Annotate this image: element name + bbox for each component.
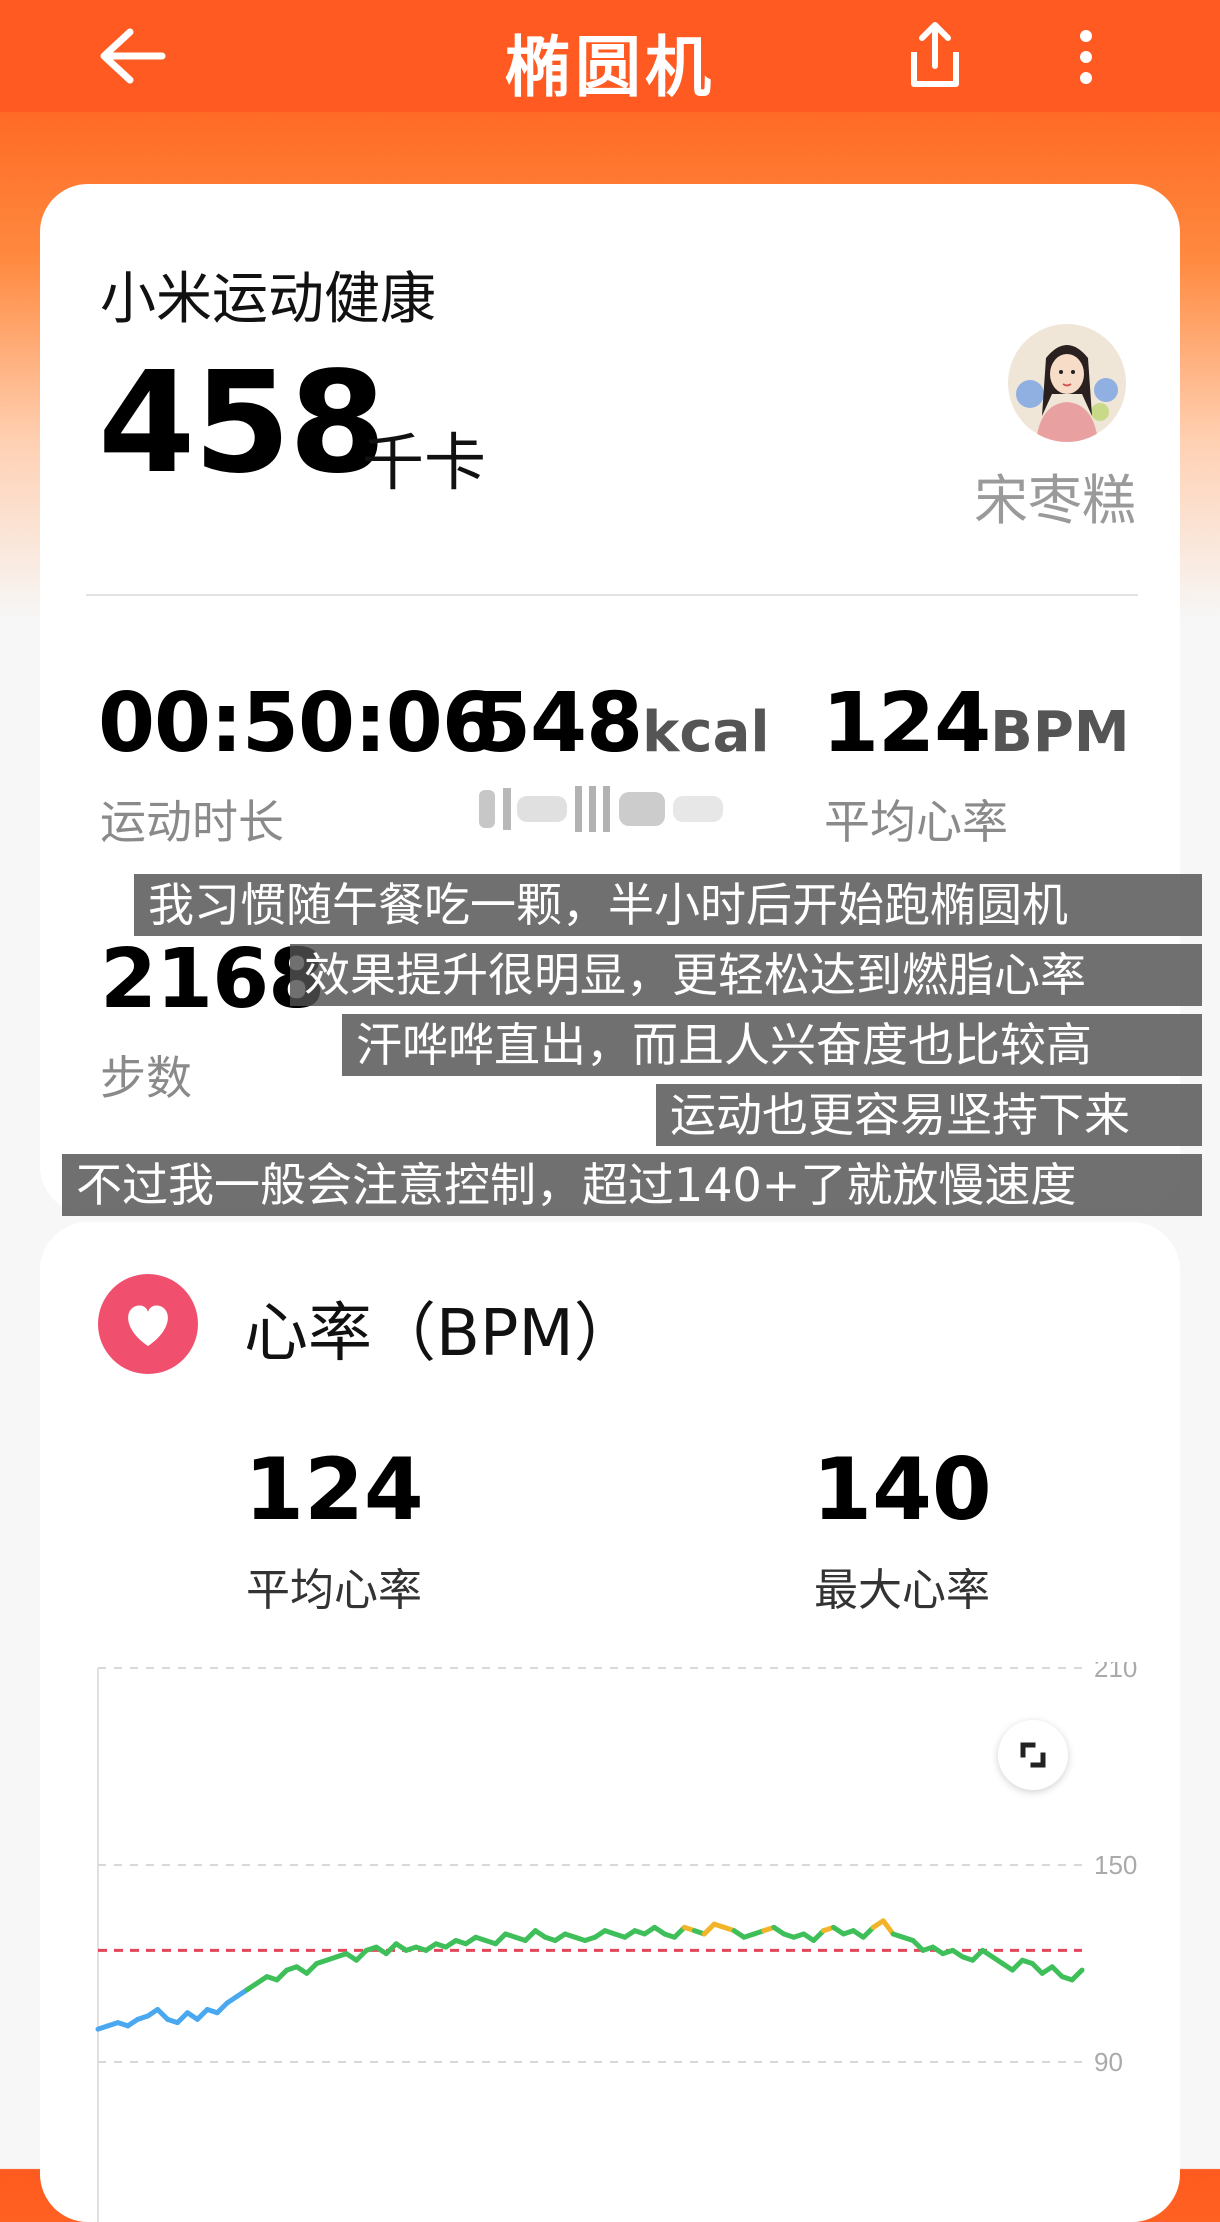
expand-chart-button[interactable] xyxy=(998,1720,1068,1790)
caption-line-2: 效果提升很明显，更轻松达到燃脂心率 xyxy=(290,944,1202,1006)
more-vertical-icon[interactable] xyxy=(1066,22,1106,92)
share-icon[interactable] xyxy=(900,18,970,94)
y-tick-label: 210 xyxy=(1094,1662,1137,1683)
heart-rate-line-segment xyxy=(1069,1967,1085,1983)
hr-max-value: 140 xyxy=(812,1440,992,1540)
active-calories-value: 548kcal xyxy=(474,676,770,771)
expand-icon xyxy=(1020,1742,1046,1768)
avg-heart-rate-label: 平均心率 xyxy=(824,795,1008,849)
caption-line-3: 汗哗哗直出，而且人兴奋度也比较高 xyxy=(342,1014,1202,1076)
duration-label: 运动时长 xyxy=(100,795,284,849)
heart-rate-title: 心率（BPM） xyxy=(244,1297,638,1371)
page-title: 椭圆机 xyxy=(505,29,715,106)
caption-line-1: 我习惯随午餐吃一颗，半小时后开始跑椭圆机 xyxy=(134,874,1202,936)
top-app-bar: 椭圆机 xyxy=(0,0,1220,112)
caption-line-4: 运动也更容易坚持下来 xyxy=(656,1084,1202,1146)
app-name: 小米运动健康 xyxy=(100,267,436,332)
avatar[interactable] xyxy=(1008,324,1126,442)
hr-avg-value: 124 xyxy=(244,1440,424,1540)
heart-icon xyxy=(98,1274,198,1374)
divider xyxy=(86,594,1138,596)
caption-line-5: 不过我一般会注意控制，超过140+了就放慢速度 xyxy=(62,1154,1202,1216)
username: 宋枣糕 xyxy=(974,469,1136,532)
calories-unit: 千卡 xyxy=(362,426,487,499)
y-tick-label: 150 xyxy=(1094,1850,1137,1880)
heart-rate-card: 心率（BPM） 124 平均心率 140 最大心率 210 150 90 xyxy=(40,1222,1180,2222)
hr-avg-label: 平均心率 xyxy=(246,1565,422,1616)
avg-heart-rate-unit: BPM xyxy=(990,700,1130,765)
avg-heart-rate-value: 124BPM xyxy=(822,676,1130,771)
steps-label: 步数 xyxy=(100,1051,192,1105)
blurred-label xyxy=(479,786,723,832)
calories-value: 458 xyxy=(98,342,386,505)
active-calories-unit: kcal xyxy=(642,700,770,765)
y-tick-label: 90 xyxy=(1094,2047,1123,2077)
hr-max-label: 最大心率 xyxy=(814,1565,990,1616)
duration-value: 00:50:06 xyxy=(98,676,499,771)
